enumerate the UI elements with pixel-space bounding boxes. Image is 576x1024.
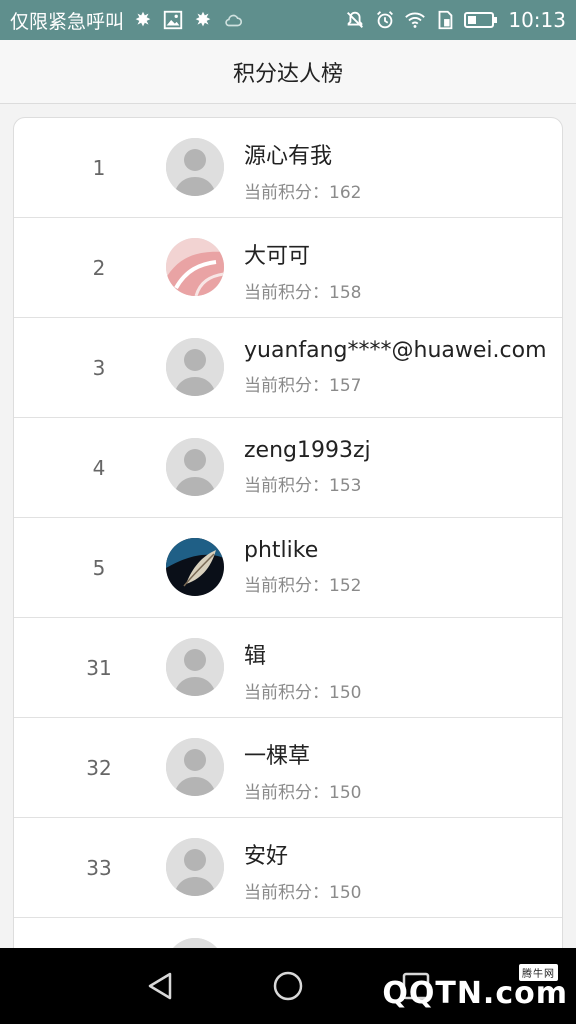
user-name: yuanfang****@huawei.com <box>244 338 547 363</box>
user-name: 安好 <box>244 844 289 869</box>
user-score: 当前积分：150 <box>244 883 362 903</box>
home-icon[interactable] <box>266 964 310 1008</box>
user-info: phtlike 当前积分：152 <box>244 538 361 596</box>
user-score: 当前积分：152 <box>244 576 362 596</box>
wifi-icon <box>404 9 426 31</box>
user-info: 一棵草当前积分：150 <box>244 738 361 803</box>
avatar <box>166 838 224 896</box>
rank-number: 2 <box>92 255 106 280</box>
watermark-badge: 腾牛网 <box>519 964 558 981</box>
mute-icon <box>344 9 366 31</box>
snow-flake-icon <box>192 9 214 31</box>
alarm-icon <box>374 9 396 31</box>
list-item[interactable]: 2 大可可当前积分：158 <box>14 218 562 318</box>
leaderboard-card: 1 源心有我当前积分：162 2 大可可当前积分：158 3 yuanfang****@h… <box>13 117 563 948</box>
rank-number: 3 <box>92 355 106 380</box>
user-name: 大可可 <box>244 244 311 269</box>
rank-number: 1 <box>92 155 106 180</box>
user-info: yuanfang****@huawei.com 当前积分：157 <box>244 338 547 396</box>
user-info: 源心有我当前积分：162 <box>244 138 361 203</box>
rank-number: 4 <box>92 455 106 480</box>
rank-number: 33 <box>86 855 112 880</box>
status-right: 10:13 <box>344 8 566 32</box>
status-left: 仅限紧急呼叫 <box>10 7 244 34</box>
battery-icon <box>464 9 498 31</box>
rank-number: 5 <box>92 555 106 580</box>
back-icon[interactable] <box>138 964 182 1008</box>
avatar <box>166 238 224 296</box>
user-score: 当前积分：153 <box>244 476 362 496</box>
user-info: zeng1993zj 当前积分：153 <box>244 438 371 496</box>
user-name: 一棵草 <box>244 744 311 769</box>
user-info: 大可可当前积分：158 <box>244 238 361 303</box>
avatar <box>166 538 224 596</box>
user-name: phtlike <box>244 538 319 563</box>
user-name: 源心有我 <box>244 144 333 169</box>
user-score: 当前积分：157 <box>244 376 362 396</box>
sim-icon <box>434 9 456 31</box>
avatar <box>166 938 224 948</box>
user-name: zeng1993zj <box>244 438 371 463</box>
list-item[interactable]: 31 辑当前积分：150 <box>14 618 562 718</box>
list-item[interactable]: 1 源心有我当前积分：162 <box>14 118 562 218</box>
list-item[interactable]: 32 一棵草当前积分：150 <box>14 718 562 818</box>
carrier-text: 仅限紧急呼叫 <box>10 10 125 33</box>
image-icon <box>162 9 184 31</box>
snow-flake-icon <box>132 9 154 31</box>
rank-number: 32 <box>86 755 112 780</box>
list-item[interactable] <box>14 918 562 948</box>
user-name: 辑 <box>244 644 267 669</box>
avatar <box>166 138 224 196</box>
clock: 10:13 <box>508 8 566 32</box>
list-item[interactable]: 4 zeng1993zj 当前积分：153 <box>14 418 562 518</box>
list-item[interactable]: 33 安好当前积分：150 <box>14 818 562 918</box>
cloud-icon <box>222 9 244 31</box>
user-info: 辑当前积分：150 <box>244 638 361 703</box>
user-info: 安好当前积分：150 <box>244 838 361 903</box>
watermark: QQTN.com 腾牛网 <box>382 964 568 1020</box>
avatar <box>166 338 224 396</box>
page-title: 积分达人榜 <box>232 61 343 87</box>
avatar <box>166 738 224 796</box>
user-score: 当前积分：162 <box>244 183 362 203</box>
avatar <box>166 638 224 696</box>
list-item[interactable]: 5 phtlike 当前积分：152 <box>14 518 562 618</box>
app-header: 积分达人榜 <box>0 40 576 104</box>
rank-number: 31 <box>86 655 112 680</box>
system-nav-bar: QQTN.com 腾牛网 <box>0 948 576 1024</box>
status-bar: 仅限紧急呼叫 10:13 <box>0 0 576 40</box>
leaderboard-scroll-area[interactable]: 1 源心有我当前积分：162 2 大可可当前积分：158 3 yuanfang****@h… <box>0 104 576 948</box>
user-score: 当前积分：150 <box>244 783 362 803</box>
user-score: 当前积分：158 <box>244 283 362 303</box>
avatar <box>166 438 224 496</box>
list-item[interactable]: 3 yuanfang****@huawei.com 当前积分：157 <box>14 318 562 418</box>
user-score: 当前积分：150 <box>244 683 362 703</box>
